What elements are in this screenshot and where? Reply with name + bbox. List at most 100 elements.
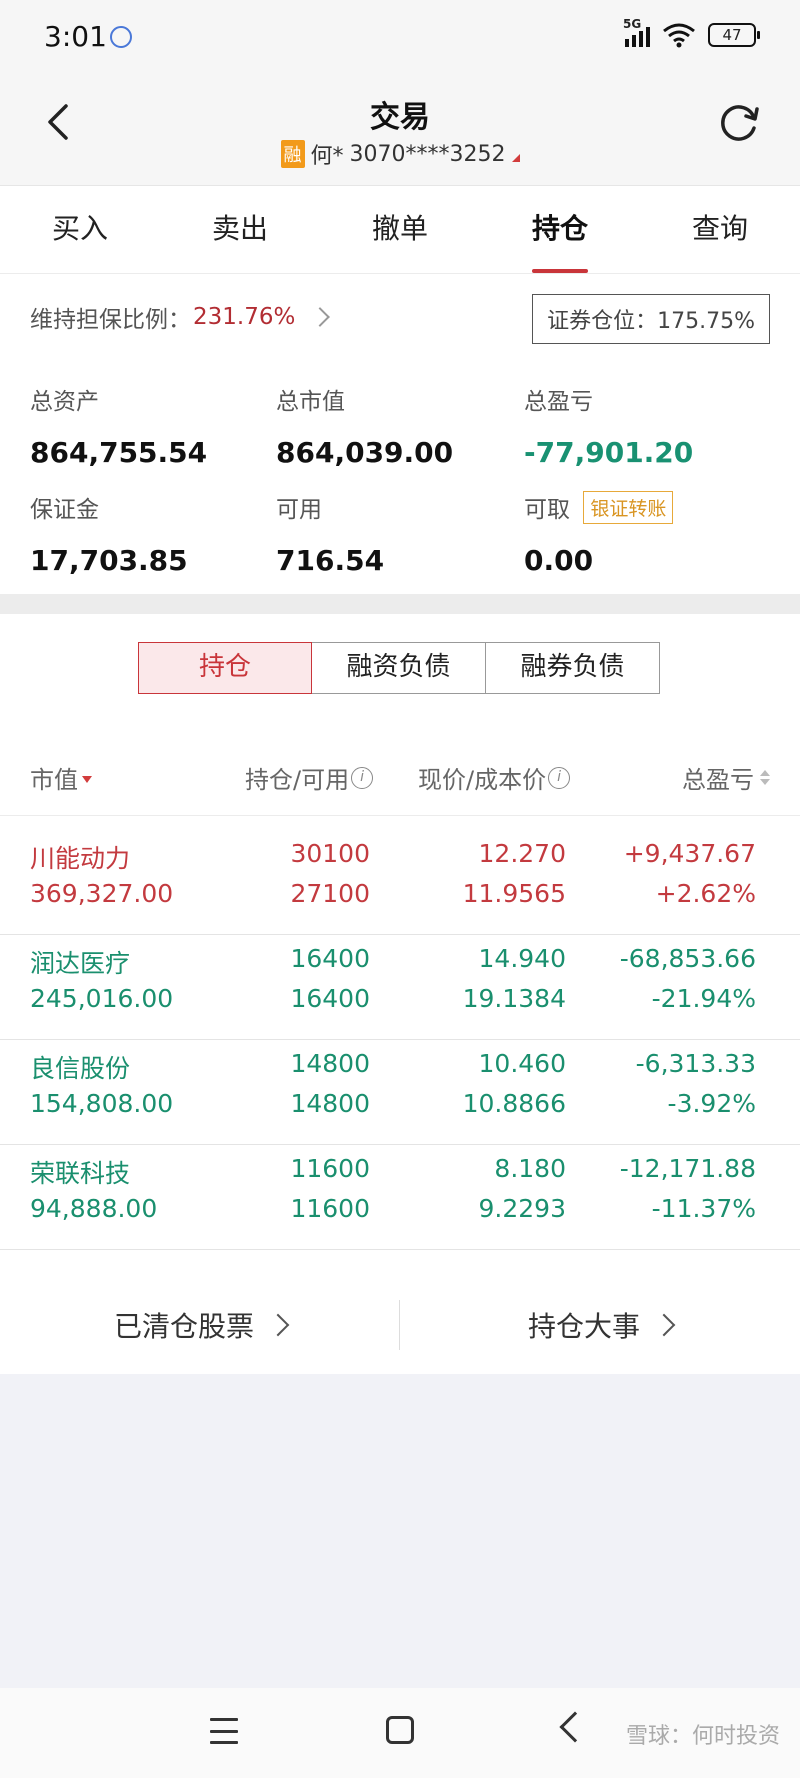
- trade-tabs: 买入 卖出 撤单 持仓 查询: [0, 186, 800, 274]
- cleared-stocks-label: 已清仓股票: [113, 1310, 254, 1343]
- wifi-icon: [663, 23, 695, 48]
- stock-market-value: 94,888.00: [30, 1194, 158, 1223]
- maintenance-ratio[interactable]: 维持担保比例： 231.76%: [30, 300, 331, 334]
- cleared-stocks-link[interactable]: 已清仓股票: [0, 1276, 400, 1374]
- sort-icon: [760, 770, 770, 785]
- available-value: 716.54: [276, 544, 385, 577]
- stock-current-price: 14.940: [478, 944, 566, 973]
- table-row[interactable]: 润达医疗 245,016.00 16400 16400 14.940 19.1384 -68…: [0, 922, 800, 1040]
- app-header: 交易 融 何* 3070****3252: [0, 72, 800, 186]
- stock-name: 润达医疗: [30, 949, 131, 978]
- stock-total-pl: +9,437.67: [623, 839, 756, 868]
- segment-financing-debt[interactable]: 融资负债: [312, 642, 486, 694]
- stock-total-pl: -6,313.33: [635, 1049, 756, 1078]
- stock-name: 荣联科技: [30, 1159, 131, 1188]
- tab-sell[interactable]: 卖出: [160, 186, 320, 273]
- account-name: 何*: [310, 144, 344, 169]
- info-icon[interactable]: i: [548, 766, 571, 789]
- account-summary: 维持担保比例： 231.76% 证券仓位：175.75% 总资产 864,755…: [0, 274, 800, 594]
- available-label: 可用: [276, 497, 322, 523]
- stock-position-qty: 14800: [290, 1049, 370, 1078]
- header-pl[interactable]: 总盈亏: [682, 760, 770, 795]
- account-selector[interactable]: 融 何* 3070****3252: [0, 138, 800, 170]
- margin-value: 17,703.85: [30, 544, 188, 577]
- table-row[interactable]: 良信股份 154,808.00 14800 14800 10.460 10.8866 -6,…: [0, 1027, 800, 1145]
- tab-cancel-order[interactable]: 撤单: [320, 186, 480, 273]
- holdings-section: 持仓 融资负债 融券负债 市值 持仓/可用 i 现价/成本价 i 总盈亏 川能动…: [0, 614, 800, 1374]
- stock-position-qty: 30100: [290, 839, 370, 868]
- stock-name: 川能动力: [30, 844, 131, 873]
- tab-positions[interactable]: 持仓: [480, 186, 640, 273]
- total-pl-value: -77,901.20: [524, 436, 694, 469]
- stock-cost-price: 9.2293: [478, 1194, 566, 1223]
- status-time: 3:01: [44, 20, 107, 53]
- total-pl-label: 总盈亏: [524, 389, 593, 415]
- holding-events-label: 持仓大事: [527, 1310, 640, 1343]
- table-row[interactable]: 川能动力 369,327.00 30100 27100 12.270 11.9565 +9,…: [0, 817, 800, 935]
- total-assets-value: 864,755.54: [30, 436, 208, 469]
- stock-cost-price: 10.8866: [462, 1089, 566, 1118]
- holding-events-link[interactable]: 持仓大事: [400, 1276, 800, 1374]
- stock-cost-price: 19.1384: [462, 984, 566, 1013]
- stock-available-qty: 11600: [290, 1194, 370, 1223]
- header-market-value[interactable]: 市值: [30, 760, 92, 795]
- margin-account-badge: 融: [280, 140, 305, 168]
- page-title: 交易: [370, 100, 430, 135]
- status-bar: 3:01 5G 47: [0, 0, 800, 72]
- stock-pl-percent: -3.92%: [667, 1089, 756, 1118]
- network-type: 5G: [623, 17, 642, 31]
- status-indicators: 5G 47: [623, 17, 760, 48]
- dropdown-triangle-icon: [511, 154, 520, 162]
- app-notification-icon: [110, 26, 132, 48]
- account-number: 3070****3252: [349, 141, 506, 167]
- bank-transfer-button[interactable]: 银证转账: [583, 491, 674, 524]
- section-divider: [0, 594, 800, 614]
- market-value-value: 864,039.00: [276, 436, 454, 469]
- refresh-icon[interactable]: [716, 100, 762, 146]
- available: 可用 716.54: [276, 490, 384, 577]
- stock-market-value: 369,327.00: [30, 879, 174, 908]
- position-ratio-box: 证券仓位：175.75%: [532, 294, 770, 344]
- system-back-icon[interactable]: [559, 1711, 591, 1743]
- watermark: 雪球：何时投资: [625, 1724, 780, 1749]
- withdrawable: 可取 银证转账 0.00: [524, 490, 674, 577]
- system-nav-bar: 雪球：何时投资: [0, 1688, 800, 1778]
- sort-desc-icon: [82, 776, 92, 783]
- stock-pl-percent: +2.62%: [655, 879, 756, 908]
- stock-position-qty: 11600: [290, 1154, 370, 1183]
- maintenance-ratio-label: 维持担保比例：: [30, 307, 191, 333]
- maintenance-ratio-value: 231.76%: [193, 304, 296, 330]
- stock-market-value: 154,808.00: [30, 1089, 174, 1118]
- battery-icon: 47: [708, 23, 760, 47]
- cellular-signal-icon: 5G: [623, 17, 650, 47]
- chevron-right-icon: [310, 307, 331, 327]
- segment-positions[interactable]: 持仓: [138, 642, 312, 694]
- header-pl-label: 总盈亏: [682, 766, 754, 794]
- stock-name: 良信股份: [30, 1054, 131, 1083]
- stock-pl-percent: -11.37%: [651, 1194, 756, 1223]
- withdrawable-value: 0.00: [524, 544, 594, 577]
- stock-position-qty: 16400: [290, 944, 370, 973]
- holdings-table-header: 市值 持仓/可用 i 现价/成本价 i 总盈亏: [0, 734, 800, 816]
- header-qty: 持仓/可用 i: [245, 760, 374, 795]
- market-value: 总市值 864,039.00: [276, 382, 453, 469]
- stock-current-price: 10.460: [478, 1049, 566, 1078]
- margin: 保证金 17,703.85: [30, 490, 188, 577]
- total-assets-label: 总资产: [30, 389, 99, 415]
- holdings-segment-control: 持仓 融资负债 融券负债: [138, 642, 660, 694]
- total-pl: 总盈亏 -77,901.20: [524, 382, 693, 469]
- stock-current-price: 8.180: [494, 1154, 566, 1183]
- stock-market-value: 245,016.00: [30, 984, 174, 1013]
- tab-buy[interactable]: 买入: [0, 186, 160, 273]
- stock-available-qty: 27100: [290, 879, 370, 908]
- tab-query[interactable]: 查询: [640, 186, 800, 273]
- recent-apps-icon[interactable]: [210, 1718, 238, 1744]
- info-icon[interactable]: i: [351, 766, 374, 789]
- header-market-value-label: 市值: [30, 766, 78, 794]
- home-icon[interactable]: [386, 1716, 414, 1744]
- segment-short-debt[interactable]: 融券负债: [486, 642, 660, 694]
- table-row[interactable]: 荣联科技 94,888.00 11600 11600 8.180 9.2293 -12,17…: [0, 1132, 800, 1250]
- withdrawable-label: 可取: [524, 497, 570, 523]
- chevron-right-icon: [652, 1313, 676, 1337]
- margin-label: 保证金: [30, 497, 99, 523]
